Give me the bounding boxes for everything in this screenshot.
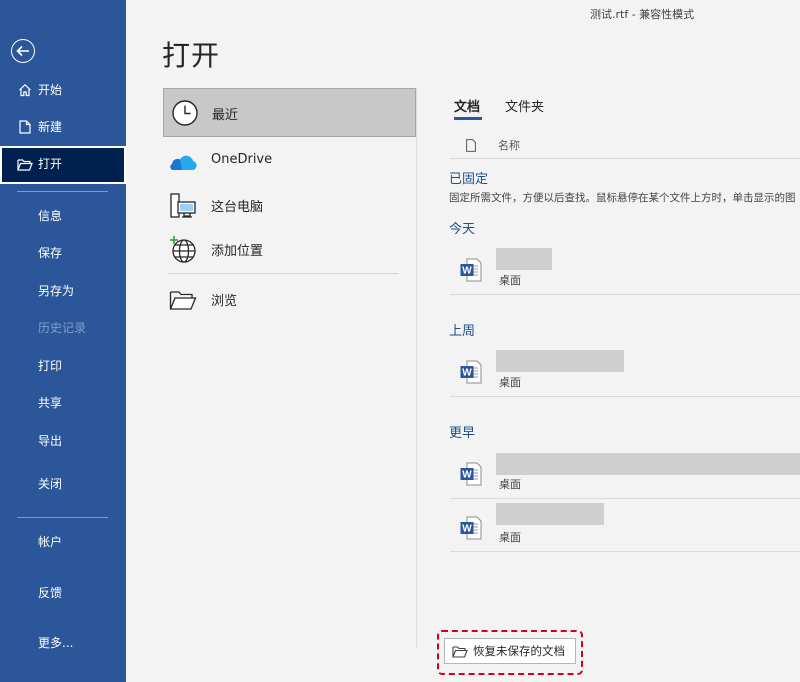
- location-browse-label: 浏览: [211, 294, 238, 309]
- location-recent[interactable]: 最近: [163, 88, 416, 137]
- home-icon: [17, 82, 33, 98]
- nav-home[interactable]: 开始: [0, 72, 126, 108]
- file-name-redacted: [496, 453, 800, 475]
- nav-feedback[interactable]: 反馈: [0, 575, 126, 611]
- recent-file-item[interactable]: W 桌面: [450, 342, 800, 397]
- back-arrow-icon: [16, 42, 30, 61]
- new-doc-icon: [17, 119, 33, 135]
- location-onedrive[interactable]: OneDrive: [163, 137, 416, 185]
- location-add-place[interactable]: 添加位置: [163, 225, 416, 273]
- nav-new[interactable]: 新建: [0, 109, 126, 145]
- group-last-week-title: 上周: [449, 324, 476, 339]
- svg-text:W: W: [462, 470, 472, 481]
- file-separator: [450, 551, 800, 552]
- clock-icon: [170, 98, 200, 128]
- file-location: 桌面: [499, 531, 521, 544]
- file-name-redacted: [496, 503, 604, 525]
- file-name-redacted: [496, 248, 552, 270]
- nav-save-label: 保存: [38, 246, 63, 260]
- nav-open-label: 打开: [38, 157, 63, 171]
- open-folder-icon: [17, 156, 33, 172]
- browse-folder-icon: [168, 285, 198, 315]
- nav-new-label: 新建: [38, 120, 63, 134]
- nav-home-label: 开始: [38, 83, 63, 97]
- file-location: 桌面: [499, 478, 521, 491]
- tab-documents[interactable]: 文档: [454, 96, 480, 115]
- location-add-place-label: 添加位置: [211, 244, 264, 259]
- word-doc-icon: W: [460, 258, 482, 282]
- recover-button-label: 恢复未保存的文档: [473, 644, 565, 658]
- nav-save-as[interactable]: 另存为: [0, 273, 126, 309]
- this-pc-icon: [168, 191, 198, 221]
- location-this-pc-label: 这台电脑: [211, 200, 264, 215]
- svg-text:W: W: [462, 524, 472, 535]
- tab-folders[interactable]: 文件夹: [505, 96, 544, 115]
- document-title: 测试.rtf - 兼容性模式: [590, 8, 695, 21]
- nav-close[interactable]: 关闭: [0, 466, 126, 502]
- nav-info[interactable]: 信息: [0, 198, 126, 234]
- header-divider: [450, 158, 800, 159]
- nav-print[interactable]: 打印: [0, 348, 126, 384]
- nav-share-label: 共享: [38, 396, 63, 410]
- nav-feedback-label: 反馈: [38, 586, 63, 600]
- group-earlier-title: 更早: [449, 426, 476, 441]
- group-pinned-title: 已固定: [449, 172, 489, 187]
- recent-file-item[interactable]: W 桌面: [450, 240, 800, 295]
- nav-info-label: 信息: [38, 209, 63, 223]
- nav-history: 历史记录: [0, 310, 126, 346]
- backstage-nav: 开始 新建 打开 信息 保存 另存为 历史记录 打印 共享 导出 关闭 帐户 反…: [0, 0, 126, 682]
- file-location: 桌面: [499, 376, 521, 389]
- nav-account[interactable]: 帐户: [0, 524, 126, 560]
- add-place-globe-icon: [168, 235, 198, 265]
- file-separator: [450, 396, 800, 397]
- location-browse[interactable]: 浏览: [163, 275, 416, 323]
- rail-divider: [17, 191, 108, 192]
- nav-more[interactable]: 更多...: [0, 625, 126, 661]
- back-button[interactable]: [11, 39, 35, 63]
- nav-open[interactable]: 打开: [0, 146, 126, 184]
- pinned-hint-text: 固定所需文件，方便以后查找。鼠标悬停在某个文件上方时，单击显示的图: [449, 192, 796, 204]
- recent-file-item[interactable]: W 桌面: [450, 498, 800, 552]
- word-doc-icon: W: [460, 516, 482, 540]
- file-name-redacted: [496, 350, 624, 372]
- nav-history-label: 历史记录: [38, 321, 87, 335]
- nav-save-as-label: 另存为: [38, 284, 75, 298]
- folder-open-icon: [452, 644, 468, 658]
- nav-print-label: 打印: [38, 359, 63, 373]
- nav-account-label: 帐户: [38, 535, 63, 549]
- file-type-column-icon[interactable]: [466, 137, 476, 152]
- locations-divider: [168, 273, 399, 274]
- location-this-pc[interactable]: 这台电脑: [163, 181, 416, 229]
- location-onedrive-label: OneDrive: [211, 152, 273, 167]
- svg-text:W: W: [462, 368, 472, 379]
- nav-export-label: 导出: [38, 434, 63, 448]
- recent-file-item[interactable]: W 桌面: [450, 444, 800, 499]
- group-today-title: 今天: [449, 222, 476, 237]
- nav-save[interactable]: 保存: [0, 235, 126, 271]
- nav-close-label: 关闭: [38, 477, 63, 491]
- rail-divider: [17, 517, 108, 518]
- file-separator: [450, 294, 800, 295]
- column-divider: [416, 88, 417, 648]
- tab-active-indicator: [454, 117, 482, 120]
- onedrive-cloud-icon: [168, 147, 198, 177]
- word-doc-icon: W: [460, 462, 482, 486]
- word-doc-icon: W: [460, 360, 482, 384]
- nav-export[interactable]: 导出: [0, 423, 126, 459]
- page-title: 打开: [162, 39, 221, 72]
- nav-share[interactable]: 共享: [0, 385, 126, 421]
- location-recent-label: 最近: [212, 108, 239, 123]
- name-column-header[interactable]: 名称: [498, 137, 520, 153]
- nav-more-label: 更多...: [38, 636, 74, 650]
- recover-unsaved-documents-button[interactable]: 恢复未保存的文档: [444, 638, 576, 664]
- file-location: 桌面: [499, 274, 521, 287]
- svg-text:W: W: [462, 266, 472, 277]
